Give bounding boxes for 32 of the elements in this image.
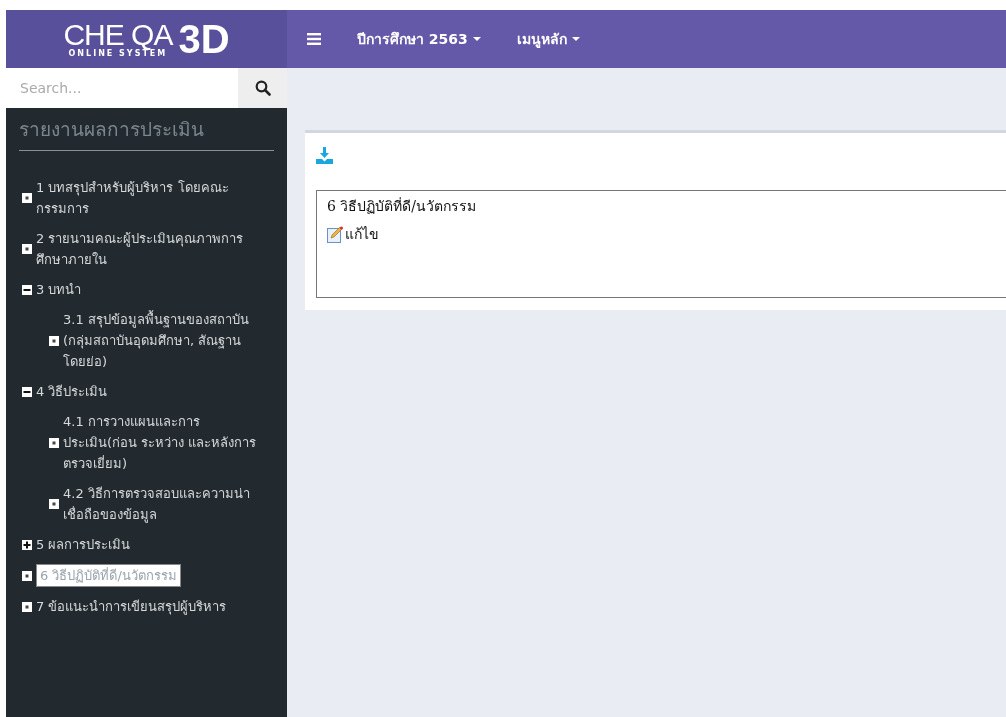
tree-item[interactable]: 4 วิธีประเมิน bbox=[36, 381, 108, 402]
edit-link[interactable]: แก้ไข bbox=[345, 223, 379, 245]
logo-text: CHE QA bbox=[63, 20, 173, 50]
tree-item[interactable]: 4.2 วิธีการตรวจสอบและความน่าเชื่อถือของข้อมูล bbox=[63, 483, 263, 525]
edit-icon bbox=[327, 225, 344, 243]
logo-subtitle: ONLINE SYSTEM bbox=[68, 50, 168, 58]
expand-icon[interactable] bbox=[22, 539, 32, 550]
menu-icon[interactable] bbox=[307, 33, 321, 45]
tree-item[interactable]: 3 บทนำ bbox=[36, 279, 82, 300]
tree-item[interactable]: 3.1 สรุปข้อมูลพื้นฐานของสถาบัน (กลุ่มสถาบันอุดมศึกษา, สัณฐานโดยย่อ) bbox=[63, 309, 263, 372]
node-icon[interactable] bbox=[22, 570, 32, 581]
nav-dropdown[interactable]: เมนูหลัก bbox=[516, 28, 580, 50]
download-icon[interactable] bbox=[316, 147, 333, 164]
node-icon[interactable] bbox=[49, 335, 59, 346]
logo-mark: 3D bbox=[178, 19, 230, 59]
tree-item[interactable]: 2 รายนามคณะผู้ประเมินคุณภาพการศึกษาภายใน bbox=[36, 228, 262, 270]
tree-item[interactable]: 7 ข้อแนะนำการเขียนสรุปผู้บริหาร bbox=[36, 596, 227, 617]
node-icon[interactable] bbox=[22, 601, 32, 612]
document-title: 6 วิธีปฏิบัติที่ดี/นวัตกรรม bbox=[327, 196, 478, 216]
tree-item[interactable]: 5 ผลการประเมิน bbox=[36, 534, 131, 555]
collapse-icon[interactable] bbox=[22, 284, 32, 295]
node-icon[interactable] bbox=[22, 244, 32, 254]
search-field[interactable]: Search... bbox=[6, 68, 238, 108]
node-icon[interactable] bbox=[49, 499, 59, 509]
search-icon bbox=[254, 80, 271, 96]
node-icon[interactable] bbox=[22, 193, 32, 203]
collapse-icon[interactable] bbox=[22, 386, 32, 397]
tree-item[interactable]: 1 บทสรุปสำหรับผู้บริหาร โดยคณะกรรมการ bbox=[36, 177, 262, 219]
node-icon[interactable] bbox=[49, 437, 59, 448]
sidebar-heading: รายงานผลการประเมิน bbox=[19, 114, 274, 151]
nav-dropdown[interactable]: ปีการศึกษา 2563 bbox=[357, 28, 481, 50]
tree-item[interactable]: 4.1 การวางแผนและการประเมิน(ก่อน ระหว่าง และหลังการตรวจเยี่ยม) bbox=[63, 411, 263, 474]
